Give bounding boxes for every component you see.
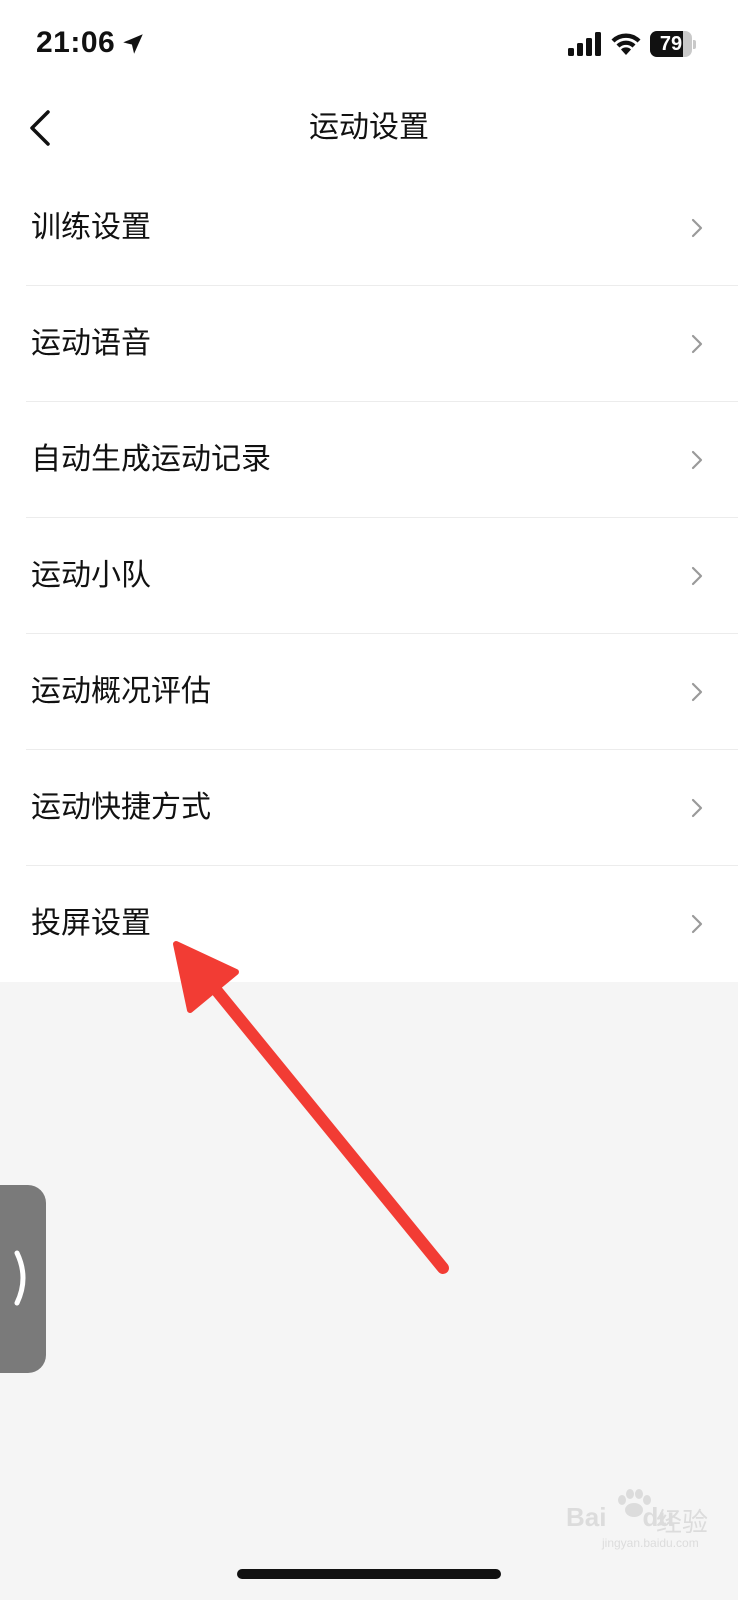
settings-item-label: 投屏设置 bbox=[31, 906, 151, 941]
settings-item-label: 运动语音 bbox=[31, 326, 151, 361]
battery-icon: 79 bbox=[650, 31, 696, 57]
chevron-right-icon bbox=[691, 450, 703, 470]
settings-item-screen-cast[interactable]: 投屏设置 bbox=[0, 866, 738, 982]
settings-list: 训练设置 运动语音 自动生成运动记录 运动小队 运动概况评估 运动快捷方式 投屏… bbox=[0, 170, 738, 982]
battery-level-text: 79 bbox=[659, 33, 683, 55]
settings-item-label: 训练设置 bbox=[31, 210, 151, 245]
settings-item-label: 自动生成运动记录 bbox=[31, 442, 271, 477]
baidu-watermark: Bai du 经验 jingyan.baidu.com bbox=[566, 1488, 726, 1552]
signal-icon bbox=[568, 32, 601, 56]
settings-item-voice[interactable]: 运动语音 bbox=[0, 286, 738, 402]
status-bar: 21:06 79 bbox=[0, 0, 738, 92]
page-title: 运动设置 bbox=[309, 110, 429, 145]
status-time: 21:06 bbox=[36, 26, 116, 59]
chevron-right-icon bbox=[691, 682, 703, 702]
battery-cap bbox=[693, 40, 696, 49]
settings-item-label: 运动快捷方式 bbox=[31, 790, 211, 825]
settings-item-shortcuts[interactable]: 运动快捷方式 bbox=[0, 750, 738, 866]
chevron-right-icon bbox=[691, 914, 703, 934]
chevron-left-icon[interactable] bbox=[26, 108, 56, 148]
home-indicator[interactable] bbox=[237, 1569, 501, 1579]
chevron-right-icon bbox=[691, 566, 703, 586]
settings-item-overview[interactable]: 运动概况评估 bbox=[0, 634, 738, 750]
settings-item-label: 运动概况评估 bbox=[31, 674, 211, 709]
chevron-right-icon bbox=[691, 218, 703, 238]
settings-item-label: 运动小队 bbox=[31, 558, 151, 593]
chevron-right-icon bbox=[14, 1250, 26, 1306]
settings-item-auto-record[interactable]: 自动生成运动记录 bbox=[0, 402, 738, 518]
watermark-cn: 经验 bbox=[656, 1508, 709, 1538]
battery-body: 79 bbox=[650, 31, 692, 57]
settings-item-training[interactable]: 训练设置 bbox=[0, 170, 738, 286]
watermark-url: jingyan.baidu.com bbox=[602, 1536, 699, 1550]
chevron-right-icon bbox=[691, 798, 703, 818]
side-drawer-handle[interactable] bbox=[0, 1185, 46, 1373]
wifi-icon bbox=[611, 33, 641, 55]
nav-bar: 运动设置 bbox=[0, 92, 738, 170]
settings-item-team[interactable]: 运动小队 bbox=[0, 518, 738, 634]
location-arrow-icon bbox=[123, 34, 143, 54]
chevron-right-icon bbox=[691, 334, 703, 354]
